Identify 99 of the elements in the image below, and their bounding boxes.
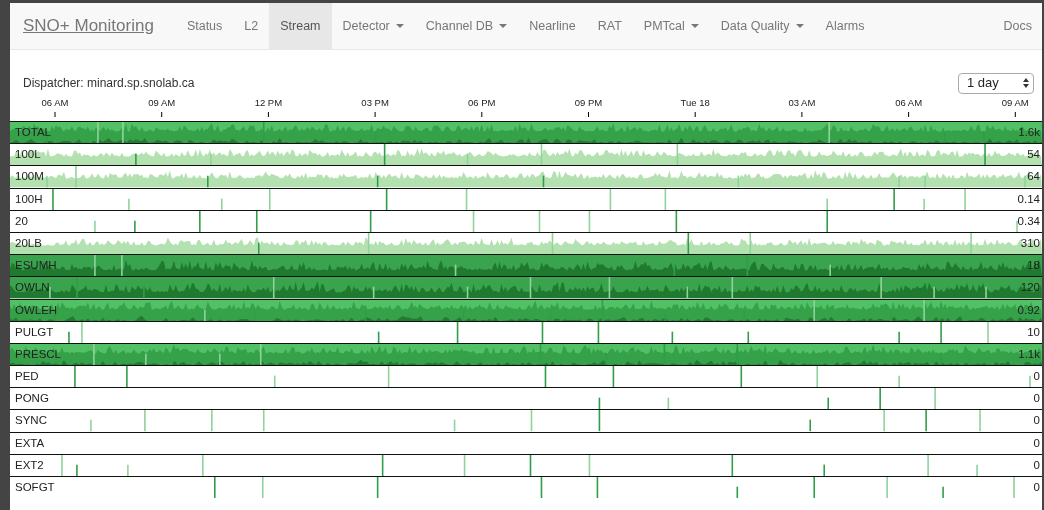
nav-link[interactable]: L2 bbox=[233, 3, 270, 49]
event-spike bbox=[456, 321, 459, 343]
event-spike bbox=[529, 454, 532, 476]
caret-icon bbox=[690, 24, 699, 28]
stream-value: 10 bbox=[1027, 325, 1040, 339]
event-spike bbox=[667, 397, 670, 410]
tick-label: 06 AM bbox=[895, 97, 923, 108]
tick-label: Tue 18 bbox=[680, 97, 710, 108]
event-spike bbox=[588, 210, 591, 232]
stream-value: 310 bbox=[1020, 236, 1040, 250]
event-spike bbox=[612, 366, 615, 388]
stream-value: 120 bbox=[1020, 281, 1040, 294]
stream-label: 100M bbox=[15, 170, 44, 183]
stream-value: 0 bbox=[1033, 414, 1040, 428]
event-spike bbox=[609, 188, 612, 210]
stream-value: 1.1k bbox=[1018, 347, 1040, 361]
event-spike bbox=[369, 210, 372, 232]
stream-label: OWLN bbox=[15, 281, 50, 294]
event-spike bbox=[377, 330, 380, 343]
stream-value: 0 bbox=[1033, 481, 1040, 494]
event-spike bbox=[261, 477, 264, 499]
event-spike bbox=[262, 410, 265, 432]
stream-label: ESUMH bbox=[15, 259, 57, 272]
event-spike bbox=[255, 210, 258, 232]
event-spike bbox=[671, 330, 674, 343]
stream-label: SOFGT bbox=[15, 481, 55, 494]
nav-dropdown[interactable]: Channel DB bbox=[414, 3, 519, 49]
tick-label: 03 PM bbox=[361, 97, 389, 108]
nav-link[interactable]: RAT bbox=[586, 3, 633, 49]
event-spike bbox=[596, 477, 599, 499]
event-spike bbox=[538, 210, 541, 232]
event-spike bbox=[273, 374, 276, 388]
tick-label: 09 AM bbox=[148, 97, 176, 108]
tick-label: 12 PM bbox=[254, 97, 283, 108]
tick-label: 06 AM bbox=[41, 97, 69, 108]
stream-label: TOTAL bbox=[15, 126, 51, 139]
event-spike bbox=[465, 188, 468, 210]
stream-value: 0.14 bbox=[1017, 192, 1040, 206]
event-spike bbox=[387, 366, 390, 388]
brand-link[interactable]: SNO+ Monitoring bbox=[23, 3, 166, 49]
stream-label: OWLEH bbox=[15, 303, 58, 317]
stream-value: 54 bbox=[1027, 148, 1040, 161]
event-spike bbox=[588, 454, 591, 476]
stream-value: 0 bbox=[1033, 436, 1040, 450]
event-spike bbox=[747, 330, 750, 343]
event-spike bbox=[453, 419, 456, 432]
event-spike bbox=[731, 454, 734, 476]
event-spike bbox=[597, 321, 600, 343]
nav-dropdown[interactable]: Detector bbox=[331, 3, 415, 49]
caret-icon bbox=[395, 24, 404, 28]
stream-label: 100L bbox=[15, 148, 41, 161]
event-spike bbox=[664, 188, 667, 210]
event-spike bbox=[540, 477, 543, 499]
tick-label: 06 PM bbox=[468, 97, 496, 108]
caret-icon bbox=[795, 24, 804, 28]
dispatcher-label: Dispatcher: minard.sp.snolab.ca bbox=[22, 75, 195, 92]
stream-label: 20LB bbox=[15, 236, 42, 250]
event-spike bbox=[544, 366, 547, 388]
stream-label: SYNC bbox=[15, 414, 47, 428]
stream-value: 64 bbox=[1027, 170, 1040, 183]
event-spike bbox=[381, 454, 384, 476]
stream-label: PRESCL bbox=[15, 347, 62, 361]
nav-link[interactable]: Alarms bbox=[814, 3, 876, 49]
event-spike bbox=[736, 485, 739, 499]
range-select[interactable]: 1 day bbox=[958, 72, 1034, 94]
stream-value: 18 bbox=[1027, 259, 1040, 272]
event-spike bbox=[268, 188, 271, 210]
event-spike bbox=[530, 410, 533, 432]
tick-label: 09 AM bbox=[1001, 97, 1029, 108]
event-spike bbox=[385, 188, 388, 210]
tick-label: 09 PM bbox=[574, 97, 603, 108]
nav-dropdown[interactable]: PMTcal bbox=[632, 3, 710, 49]
event-spike bbox=[463, 454, 466, 476]
nav-link[interactable]: Stream bbox=[269, 3, 332, 49]
nav-link[interactable]: Docs bbox=[992, 3, 1042, 49]
stream-value: 0 bbox=[1033, 370, 1040, 383]
caret-icon bbox=[499, 24, 508, 28]
stream-label: EXT2 bbox=[15, 458, 44, 472]
stream-value: 1.6k bbox=[1018, 126, 1040, 139]
tick-label: 03 AM bbox=[788, 97, 816, 108]
nav-link[interactable]: Nearline bbox=[518, 3, 587, 49]
stream-label: PONG bbox=[15, 392, 49, 405]
stream-label: PULGT bbox=[15, 325, 54, 339]
stream-value: 0.92 bbox=[1017, 303, 1040, 317]
stream-label: 100H bbox=[15, 192, 43, 206]
stream-value: 0.34 bbox=[1017, 214, 1040, 228]
spinner-icon bbox=[1023, 77, 1029, 89]
nav-link[interactable]: Status bbox=[175, 3, 234, 49]
stream-label: 20 bbox=[15, 214, 28, 228]
stream-value: 0 bbox=[1033, 458, 1040, 472]
stream-label: PED bbox=[15, 370, 39, 383]
event-spike bbox=[740, 366, 743, 388]
nav-dropdown[interactable]: Data Quality bbox=[709, 3, 815, 49]
event-spike bbox=[472, 210, 475, 232]
event-spike bbox=[376, 477, 379, 499]
stream-value: 0 bbox=[1033, 392, 1040, 405]
event-spike bbox=[675, 210, 678, 232]
event-spike bbox=[541, 321, 544, 343]
stream-label: EXTA bbox=[15, 436, 45, 450]
